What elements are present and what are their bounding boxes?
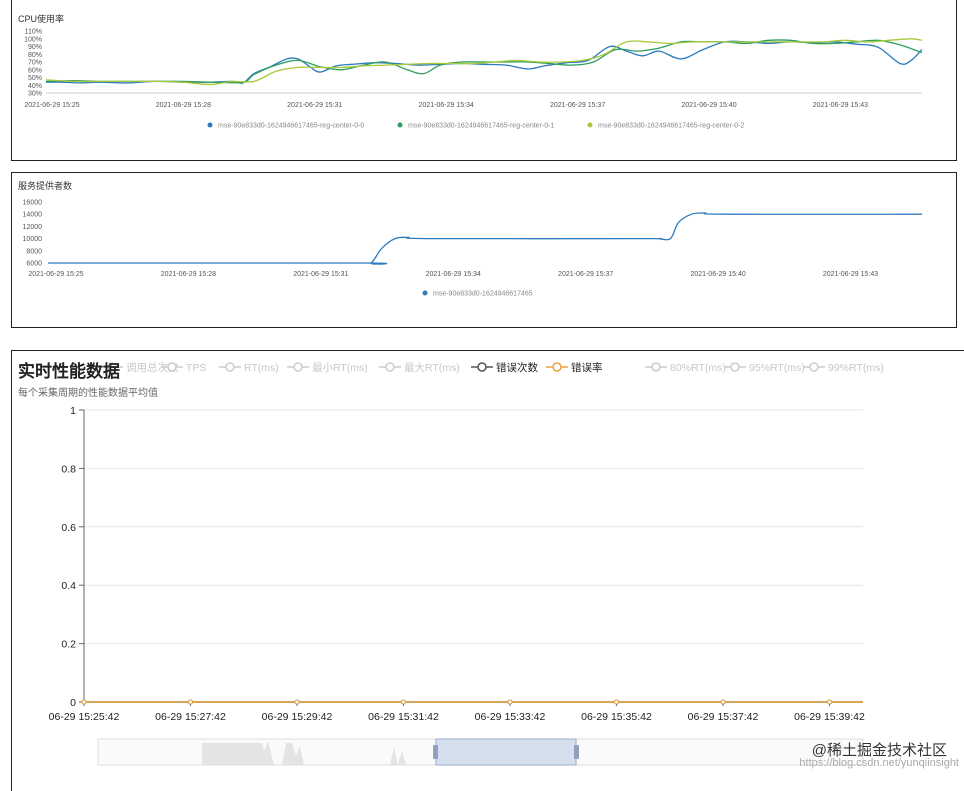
providers-x-tick-label: 2021-06-29 15:31	[293, 271, 348, 278]
cpu-legend-marker-0	[207, 122, 213, 128]
zoom-slider-window	[435, 738, 577, 766]
cpu-y-tick-label: 60%	[28, 67, 42, 74]
realtime-legend-label-2: RT(ms)	[244, 362, 279, 374]
providers-x-tick-label: 2021-06-29 15:34	[426, 271, 481, 278]
providers-x-tick-label: 2021-06-29 15:43	[823, 271, 878, 278]
cpu-y-tick-label: 40%	[28, 83, 42, 90]
zoom-slider-handle-left	[433, 745, 438, 759]
cpu-y-tick-label: 110%	[25, 29, 42, 36]
providers-x-tick-label: 2021-06-29 15:40	[690, 271, 745, 278]
realtime-legend-label-8: 95%RT(ms)	[749, 362, 805, 374]
cpu-series-line-1	[45, 39, 923, 84]
realtime-legend-marker-3	[293, 362, 303, 372]
providers-y-tick-label: 10000	[23, 236, 43, 243]
cpu-y-tick-label: 30%	[28, 91, 42, 98]
cpu-y-tick-label: 50%	[28, 75, 42, 82]
realtime-legend-marker-4	[385, 362, 395, 372]
cpu-x-tick-label: 2021-06-29 15:43	[813, 102, 868, 109]
realtime-data-point	[507, 699, 513, 705]
cpu-legend-marker-1	[397, 122, 403, 128]
providers-series-line-0	[48, 212, 923, 265]
realtime-data-point	[720, 699, 726, 705]
realtime-legend-marker-5	[477, 362, 487, 372]
cpu-y-tick-label: 100%	[24, 36, 42, 43]
providers-y-tick-label: 16000	[23, 200, 43, 207]
realtime-y-tick-label: 1	[70, 405, 76, 417]
realtime-data-point	[614, 699, 619, 705]
providers-legend-marker-0	[422, 290, 428, 296]
realtime-x-tick-label: 06-29 15:37:42	[688, 711, 759, 723]
cpu-y-tick-label: 70%	[28, 60, 42, 67]
cpu-usage-chart: 110%100%90%80%70%60%50%40%30% 2021-06-29 …	[24, 29, 923, 130]
cpu-legend-label-2: mse-90e833d0-1624946617465-reg-center-0-…	[598, 123, 744, 130]
cpu-x-tick-label: 2021-06-29 15:34	[419, 102, 474, 109]
realtime-performance-panel: 调用总次数 TPS RT(ms) 最小RT(ms) 最大RT(ms) 错误次数 错误率 80%…	[11, 350, 964, 791]
service-providers-panel: 服务提供者数 16000 14000 12000 10000 8000 6000 2021-…	[11, 172, 957, 328]
cpu-legend-label-1: mse-90e833d0-1624946617465-reg-center-0-…	[408, 123, 554, 130]
realtime-data-point	[294, 699, 300, 705]
realtime-y-tick-label: 0.4	[61, 580, 76, 592]
realtime-x-tick-label: 06-29 15:35:42	[581, 711, 652, 723]
realtime-y-tick-label: 0	[70, 697, 76, 709]
realtime-data-point	[401, 699, 406, 705]
realtime-x-tick-label: 06-29 15:31:42	[368, 711, 439, 723]
realtime-legend-label-3: 最小RT(ms)	[312, 362, 368, 374]
realtime-legend-label-1: TPS	[186, 362, 206, 374]
realtime-y-tick-label: 0.2	[61, 639, 76, 651]
realtime-x-tick-label: 06-29 15:39:42	[794, 711, 865, 723]
cpu-x-tick-label: 2021-06-29 15:40	[681, 102, 736, 109]
cpu-y-tick-label: 80%	[28, 52, 42, 59]
realtime-x-tick-label: 06-29 15:29:42	[262, 711, 333, 723]
realtime-legend-label-9: 99%RT(ms)	[828, 362, 884, 374]
realtime-data-point	[81, 699, 87, 705]
providers-y-tick-label: 8000	[26, 248, 42, 255]
cpu-y-tick-label: 90%	[28, 44, 42, 51]
realtime-x-tick-label: 06-29 15:25:42	[49, 711, 120, 723]
cpu-usage-panel: CPU使用率 110% 100% 90% 80% 70% 60% 50% 40% 30% 2021…	[11, 0, 957, 161]
realtime-legend-marker-2	[225, 362, 235, 372]
realtime-chart-subtitle: 每个采集周期的性能数据平均值	[18, 388, 158, 399]
providers-y-tick-label: 12000	[23, 224, 43, 231]
realtime-legend-label-4: 最大RT(ms)	[404, 361, 460, 374]
zoom-slider-handle-right	[574, 745, 579, 759]
realtime-chart-title: 实时性能数据	[18, 362, 120, 381]
realtime-x-tick-label: 06-29 15:27:42	[155, 711, 226, 723]
realtime-legend-marker-8	[730, 362, 740, 372]
providers-x-tick-label: 2021-06-29 15:37	[558, 271, 613, 278]
realtime-data-point	[188, 699, 193, 705]
cpu-x-tick-label: 2021-06-29 15:31	[287, 102, 342, 109]
realtime-legend-marker-7	[651, 362, 661, 372]
providers-x-tick-label: 2021-06-29 15:25	[28, 271, 83, 278]
cpu-x-tick-label: 2021-06-29 15:25	[24, 102, 79, 109]
cpu-x-tick-label: 2021-06-29 15:28	[156, 102, 211, 109]
realtime-legend-label-6: 错误率	[571, 361, 603, 374]
providers-legend-label-0: mse-90e833d0-1624946617465	[433, 291, 533, 298]
realtime-legend-marker-9	[809, 362, 819, 372]
realtime-data-point	[827, 699, 832, 705]
realtime-performance-chart: 调用总次数 TPS RT(ms) 最小RT(ms) 最大RT(ms) 错误次数 错误率 80%…	[49, 361, 884, 766]
watermark-url: https://blog.csdn.net/yunqiinsight	[799, 757, 959, 769]
realtime-y-tick-label: 0.8	[61, 463, 76, 475]
realtime-legend-marker-6	[552, 362, 562, 372]
realtime-legend-label-7: 80%RT(ms)	[670, 362, 726, 374]
providers-x-tick-label: 2021-06-29 15:28	[161, 271, 216, 278]
providers-y-tick-label: 14000	[23, 212, 43, 219]
cpu-x-tick-label: 2021-06-29 15:37	[550, 102, 605, 109]
cpu-legend-marker-2	[587, 122, 593, 128]
realtime-legend-marker-1	[167, 362, 177, 372]
providers-y-tick-label: 6000	[26, 261, 42, 268]
realtime-x-tick-label: 06-29 15:33:42	[475, 711, 546, 723]
service-providers-chart: 16000 14000 12000 10000 8000 6000 2021-06-29 1…	[23, 200, 923, 298]
realtime-y-tick-label: 0.6	[61, 522, 76, 534]
cpu-legend-label-0: mse-90e833d0-1624946617465-reg-center-0-…	[218, 123, 364, 130]
realtime-legend-label-5: 错误次数	[496, 361, 538, 374]
